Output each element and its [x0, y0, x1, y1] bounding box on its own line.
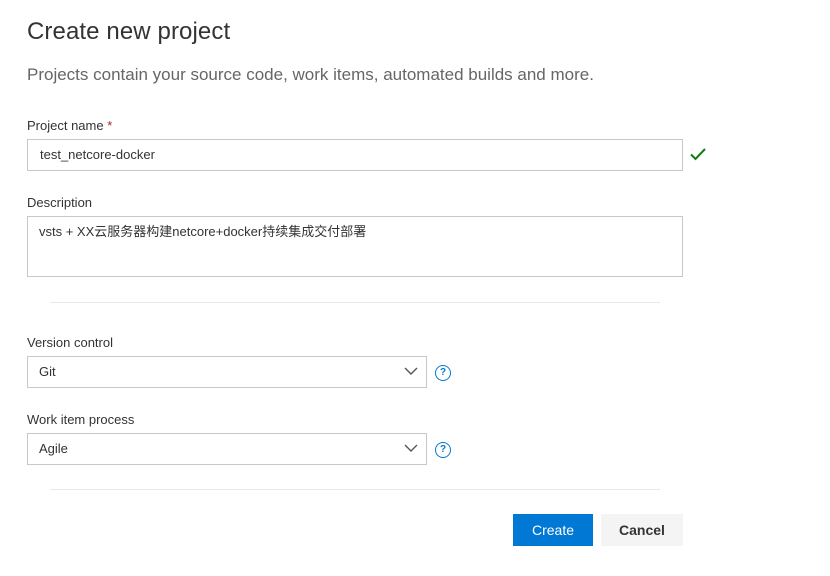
page-subtitle: Projects contain your source code, work …	[27, 65, 594, 84]
project-name-input[interactable]: test_netcore-docker	[27, 139, 683, 171]
create-button[interactable]: Create	[513, 514, 593, 546]
description-textarea[interactable]: vsts + XX云服务器构建netcore+docker持续集成交付部署	[27, 216, 683, 277]
work-item-process-value: Agile	[39, 441, 68, 456]
work-item-process-help-icon[interactable]: ?	[435, 442, 451, 458]
required-marker: *	[107, 118, 113, 133]
description-label: Description	[27, 195, 93, 210]
version-control-label: Version control	[27, 335, 113, 350]
checkmark-icon	[690, 148, 706, 161]
version-control-value: Git	[39, 364, 56, 379]
chevron-down-icon	[404, 444, 418, 452]
project-name-label: Project name *	[27, 118, 112, 133]
chevron-down-icon	[404, 367, 418, 375]
work-item-process-select[interactable]: Agile	[27, 433, 427, 465]
section-divider	[50, 302, 660, 303]
work-item-process-label: Work item process	[27, 412, 135, 427]
cancel-button[interactable]: Cancel	[601, 514, 683, 546]
actions-divider	[50, 489, 660, 490]
page-title: Create new project	[27, 18, 231, 45]
version-control-select[interactable]: Git	[27, 356, 427, 388]
project-name-label-text: Project name	[27, 118, 104, 133]
version-control-help-icon[interactable]: ?	[435, 365, 451, 381]
